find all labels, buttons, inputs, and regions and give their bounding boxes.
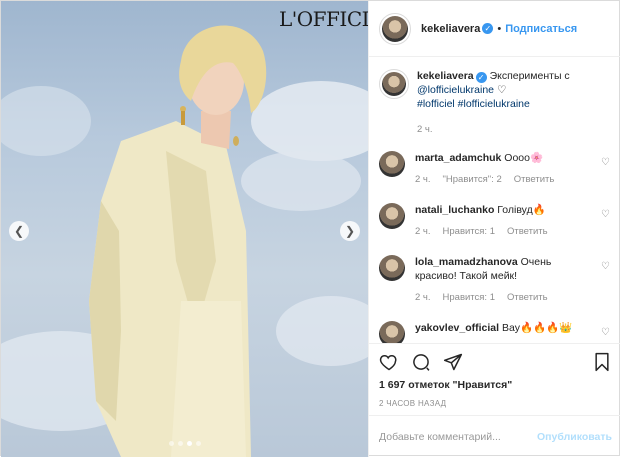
- commenter-avatar[interactable]: [379, 255, 405, 281]
- comment-item: lola_mamadzhanova Очень красиво! Такой м…: [379, 255, 620, 305]
- next-photo-button[interactable]: ❯: [340, 221, 360, 241]
- reply-button[interactable]: Ответить: [514, 173, 555, 187]
- comment-meta: 2 ч. Нравится: 1 Ответить: [415, 225, 595, 239]
- comment-username[interactable]: marta_adamchuk: [415, 152, 501, 164]
- share-icon[interactable]: [443, 352, 463, 372]
- publish-button[interactable]: Опубликовать: [537, 431, 612, 443]
- comment-item: yakovlev_official Вау🔥🔥🔥👑 ♡: [379, 321, 620, 343]
- comment-heart-icon[interactable]: ♡: [601, 157, 610, 168]
- comment-heart-icon[interactable]: ♡: [601, 327, 610, 338]
- chevron-right-icon: ❯: [344, 224, 356, 238]
- comment-time[interactable]: 2 ч.: [415, 225, 431, 239]
- separator: •: [497, 22, 502, 35]
- comment-username[interactable]: lola_mamadzhanova: [415, 256, 518, 268]
- comment-body: Голівуд🔥: [497, 204, 546, 216]
- comment-text: marta_adamchuk Оооо🌸 2 ч. "Нравится": 2 …: [415, 151, 595, 187]
- comment-body: Вау🔥🔥🔥👑: [501, 322, 573, 334]
- caption-avatar-ring[interactable]: [379, 69, 409, 99]
- post-timestamp[interactable]: 2 ЧАСОВ НАЗАД: [379, 399, 446, 408]
- mention-link[interactable]: @lofficielukraine: [417, 84, 494, 96]
- heart-emoji: ♡: [496, 84, 507, 96]
- commenter-avatar[interactable]: [379, 321, 405, 343]
- comment-meta: 2 ч. "Нравится": 2 Ответить: [415, 173, 595, 187]
- post-sidebar: kekeliavera ✓ • Подписаться kekeliavera ✓…: [368, 1, 620, 457]
- comments-list: kekeliavera ✓ Эксперименты с @lofficieluk…: [369, 57, 620, 343]
- carousel-dot: [196, 441, 201, 446]
- verified-icon: ✓: [475, 72, 487, 83]
- comment-meta: 2 ч. Нравится: 1 Ответить: [415, 291, 595, 305]
- instagram-post: L'OFFICIEL ❮ ❯ kekeliavera ✓ • Подписать…: [0, 0, 620, 457]
- comment-input[interactable]: [379, 430, 538, 443]
- comment-icon[interactable]: [411, 352, 431, 372]
- carousel-dot: [169, 441, 174, 446]
- verified-icon: ✓: [482, 23, 494, 34]
- avatar[interactable]: [382, 72, 406, 96]
- comment-text: yakovlev_official Вау🔥🔥🔥👑: [415, 321, 595, 335]
- reply-button[interactable]: Ответить: [507, 291, 548, 305]
- add-comment-bar: Опубликовать: [369, 415, 620, 457]
- action-bar: [369, 343, 620, 373]
- post-photo[interactable]: L'OFFICIEL ❮ ❯: [1, 1, 368, 457]
- caption-meta: 2 ч.: [417, 123, 597, 137]
- caption-text: kekeliavera ✓ Эксперименты с @lofficieluk…: [417, 69, 597, 137]
- chevron-left-icon: ❮: [13, 224, 25, 238]
- photo-illustration: [1, 25, 368, 457]
- comment-item: marta_adamchuk Оооо🌸 2 ч. "Нравится": 2 …: [379, 151, 620, 187]
- comment-time[interactable]: 2 ч.: [415, 291, 431, 305]
- commenter-avatar[interactable]: [379, 151, 405, 177]
- comment-heart-icon[interactable]: ♡: [601, 209, 610, 220]
- bookmark-icon[interactable]: [592, 352, 612, 372]
- header-username[interactable]: kekeliavera: [421, 23, 480, 35]
- reply-button[interactable]: Ответить: [507, 225, 548, 239]
- caption: kekeliavera ✓ Эксперименты с @lofficieluk…: [379, 69, 620, 137]
- carousel-dot: [178, 441, 183, 446]
- caption-time[interactable]: 2 ч.: [417, 123, 433, 137]
- carousel-dot-active: [187, 441, 192, 446]
- comment-time[interactable]: 2 ч.: [415, 173, 431, 187]
- carousel-dots: [169, 441, 201, 446]
- hashtags-link[interactable]: #lofficiel #lofficielukraine: [417, 98, 530, 110]
- likes-count[interactable]: 1 697 отметок "Нравится": [379, 379, 512, 391]
- brand-logo: L'OFFICIEL: [279, 7, 368, 31]
- comment-text: lola_mamadzhanova Очень красиво! Такой м…: [415, 255, 595, 305]
- prev-photo-button[interactable]: ❮: [9, 221, 29, 241]
- caption-body: Эксперименты с: [489, 70, 570, 82]
- comment-likes[interactable]: Нравится: 1: [443, 291, 495, 305]
- heart-icon[interactable]: [379, 352, 399, 372]
- post-header: kekeliavera ✓ • Подписаться: [369, 1, 620, 57]
- comment-username[interactable]: yakovlev_official: [415, 322, 499, 334]
- comment-heart-icon[interactable]: ♡: [601, 261, 610, 272]
- comment-username[interactable]: natali_luchanko: [415, 204, 494, 216]
- commenter-avatar[interactable]: [379, 203, 405, 229]
- avatar[interactable]: [382, 15, 408, 42]
- comment-text: natali_luchanko Голівуд🔥 2 ч. Нравится: …: [415, 203, 595, 239]
- comment-body: Оооо🌸: [504, 152, 544, 164]
- caption-username[interactable]: kekeliavera: [417, 70, 474, 82]
- avatar-ring[interactable]: [379, 12, 411, 45]
- comment-item: natali_luchanko Голівуд🔥 2 ч. Нравится: …: [379, 203, 620, 239]
- comment-likes[interactable]: "Нравится": 2: [443, 173, 502, 187]
- comment-likes[interactable]: Нравится: 1: [443, 225, 495, 239]
- follow-button[interactable]: Подписаться: [505, 23, 577, 35]
